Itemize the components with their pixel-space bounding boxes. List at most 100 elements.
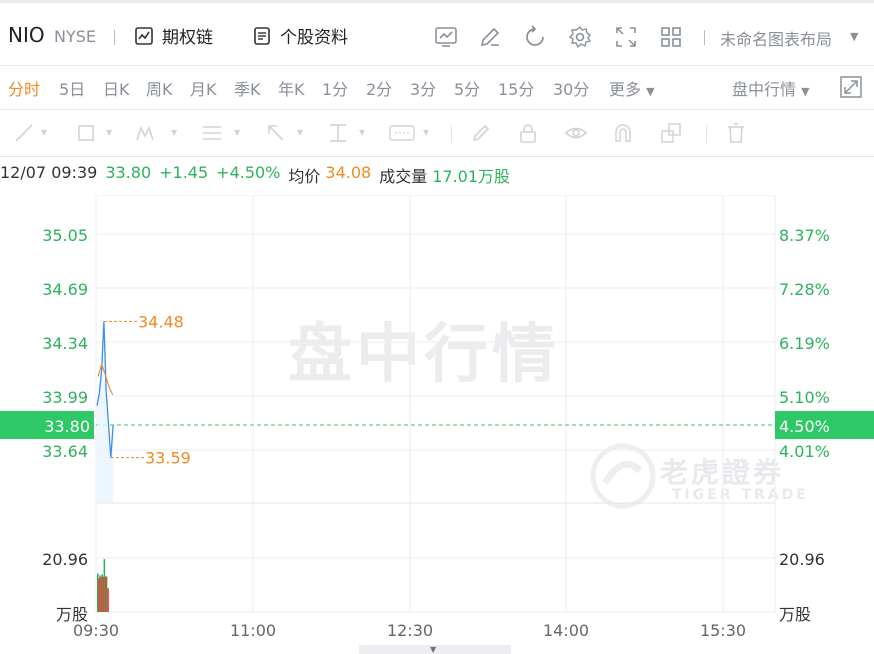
avg-price-label: 均价 [288, 167, 321, 186]
settings-icon[interactable] [568, 25, 592, 49]
chevron-down-icon[interactable]: ▼ [234, 128, 240, 137]
volume-max-label-right: 20.96 [779, 550, 825, 569]
avg-price-value: 34.08 [325, 163, 372, 182]
chevron-down-icon: ▼ [801, 85, 810, 98]
chart-window: NIO NYSE 期权链 个股资料 未命名图表布局 ▼ 分时 5日 日K 周K … [0, 0, 874, 654]
volume-bar-down [102, 576, 105, 612]
divider [706, 125, 707, 143]
volume-bar-down [98, 578, 100, 612]
trash-icon[interactable] [725, 122, 747, 144]
chevron-down-icon[interactable]: ▼ [41, 128, 47, 137]
y-tick-label-left: 33.99 [42, 388, 88, 407]
tab-quarterly[interactable]: 季K [234, 76, 261, 100]
tab-daily[interactable]: 日K [103, 76, 130, 100]
fibonacci-tool-icon[interactable] [201, 122, 223, 144]
quote-price: 33.80 [105, 163, 152, 182]
text-tool-icon[interactable] [327, 122, 349, 144]
divider [114, 30, 115, 45]
header-bar: NIO NYSE 期权链 个股资料 未命名图表布局 ▼ [0, 0, 874, 66]
market-session-dropdown[interactable]: 盘中行情 ▼ [732, 76, 810, 100]
x-tick-label: 12:30 [387, 621, 433, 640]
tab-yearly[interactable]: 年K [278, 76, 305, 100]
x-tick-label: 14:00 [543, 621, 589, 640]
chevron-down-icon[interactable]: ▼ [850, 30, 858, 43]
magnet-icon[interactable] [612, 122, 634, 144]
rectangle-tool-icon[interactable] [75, 122, 97, 144]
quote-change: +1.45 [159, 163, 209, 182]
plot-frame [95, 195, 776, 613]
x-tick-label: 09:30 [73, 621, 119, 640]
volume-bar-down [100, 576, 102, 612]
y-tick-label-right: 8.37% [779, 226, 830, 245]
tab-30min[interactable]: 30分 [553, 76, 589, 100]
number-tool-icon[interactable] [389, 122, 415, 144]
profile-button[interactable]: 个股资料 [252, 23, 348, 48]
chevron-down-icon[interactable]: ▼ [106, 128, 112, 137]
quote-change-pct: +4.50% [216, 163, 281, 182]
tab-intraday[interactable]: 分时 [8, 76, 40, 100]
period-tabs: 分时 5日 日K 周K 月K 季K 年K 1分 2分 3分 5分 15分 30分… [0, 66, 874, 110]
tab-15min[interactable]: 15分 [498, 76, 534, 100]
pen-tool-icon[interactable] [470, 122, 492, 144]
y-tick-label-left: 35.05 [42, 226, 88, 245]
volume-bar-down [105, 576, 107, 612]
tab-weekly[interactable]: 周K [146, 76, 173, 100]
tab-more[interactable]: 更多 ▼ [609, 76, 655, 100]
y-tick-label-right: 7.28% [779, 280, 830, 299]
volume-unit-label-right: 万股 [779, 605, 811, 624]
profile-label: 个股资料 [280, 28, 348, 48]
arrow-tool-icon[interactable] [265, 122, 287, 144]
expand-icon[interactable] [839, 75, 863, 99]
tab-5day[interactable]: 5日 [59, 76, 85, 100]
current-pct-label: 4.50% [779, 417, 830, 436]
stock-symbol: NIO [8, 23, 45, 47]
trendline-tool-icon[interactable] [13, 122, 35, 144]
chevron-down-icon[interactable]: ▼ [423, 128, 429, 137]
option-chain-button[interactable]: 期权链 [134, 23, 213, 48]
lock-icon[interactable] [517, 122, 539, 144]
x-tick-label: 15:30 [700, 621, 746, 640]
volume-value: 17.01万股 [432, 167, 511, 186]
y-tick-label-right: 5.10% [779, 388, 830, 407]
tab-3min[interactable]: 3分 [410, 76, 436, 100]
high-price-label: 34.48 [138, 312, 184, 331]
layers-icon[interactable] [660, 122, 682, 144]
option-chain-label: 期权链 [162, 28, 213, 48]
tab-2min[interactable]: 2分 [366, 76, 392, 100]
tab-monthly[interactable]: 月K [190, 76, 217, 100]
refresh-icon[interactable] [523, 25, 547, 49]
quote-summary: 12/07 09:39 33.80 +1.45 +4.50% 均价 34.08 … [0, 163, 510, 187]
y-tick-label-right: 6.19% [779, 334, 830, 353]
chevron-down-icon[interactable]: ▼ [430, 645, 436, 654]
y-tick-label-left: 34.69 [42, 280, 88, 299]
low-price-label: 33.59 [145, 449, 191, 468]
y-tick-label-left: 34.34 [42, 334, 88, 353]
divider [451, 125, 452, 143]
chevron-down-icon: ▼ [646, 85, 655, 98]
chevron-down-icon[interactable]: ▼ [171, 128, 177, 137]
drawing-toolbar: ▼ ▼ ▼ ▼ ▼ ▼ ▼ [0, 110, 874, 157]
document-icon [254, 26, 270, 45]
market-session-label: 盘中行情 [732, 80, 797, 99]
chevron-down-icon[interactable]: ▼ [359, 128, 365, 137]
edit-icon[interactable] [478, 25, 502, 49]
fullscreen-icon[interactable] [614, 25, 638, 49]
tab-1min[interactable]: 1分 [322, 76, 348, 100]
volume-label: 成交量 [379, 167, 428, 186]
y-tick-label-left: 33.64 [42, 442, 88, 461]
layout-name-dropdown[interactable]: 未命名图表布局 [720, 26, 832, 50]
tab-more-label: 更多 [609, 80, 642, 99]
x-tick-label: 11:00 [230, 621, 276, 640]
tab-5min[interactable]: 5分 [454, 76, 480, 100]
eye-icon[interactable] [564, 122, 588, 144]
current-price-label: 33.80 [44, 417, 90, 436]
grid-layout-icon[interactable] [659, 25, 683, 49]
volume-max-label-left: 20.96 [42, 550, 88, 569]
chevron-down-icon[interactable]: ▼ [297, 128, 303, 137]
y-tick-label-right: 4.01% [779, 442, 830, 461]
exchange-label: NYSE [54, 27, 97, 46]
pattern-tool-icon[interactable] [135, 122, 157, 144]
chart-template-icon[interactable] [434, 25, 458, 49]
intraday-chart[interactable]: 35.05 34.69 34.34 33.99 33.64 8.37% 7.28% 6.19%… [0, 195, 874, 654]
option-chain-icon [135, 26, 153, 45]
